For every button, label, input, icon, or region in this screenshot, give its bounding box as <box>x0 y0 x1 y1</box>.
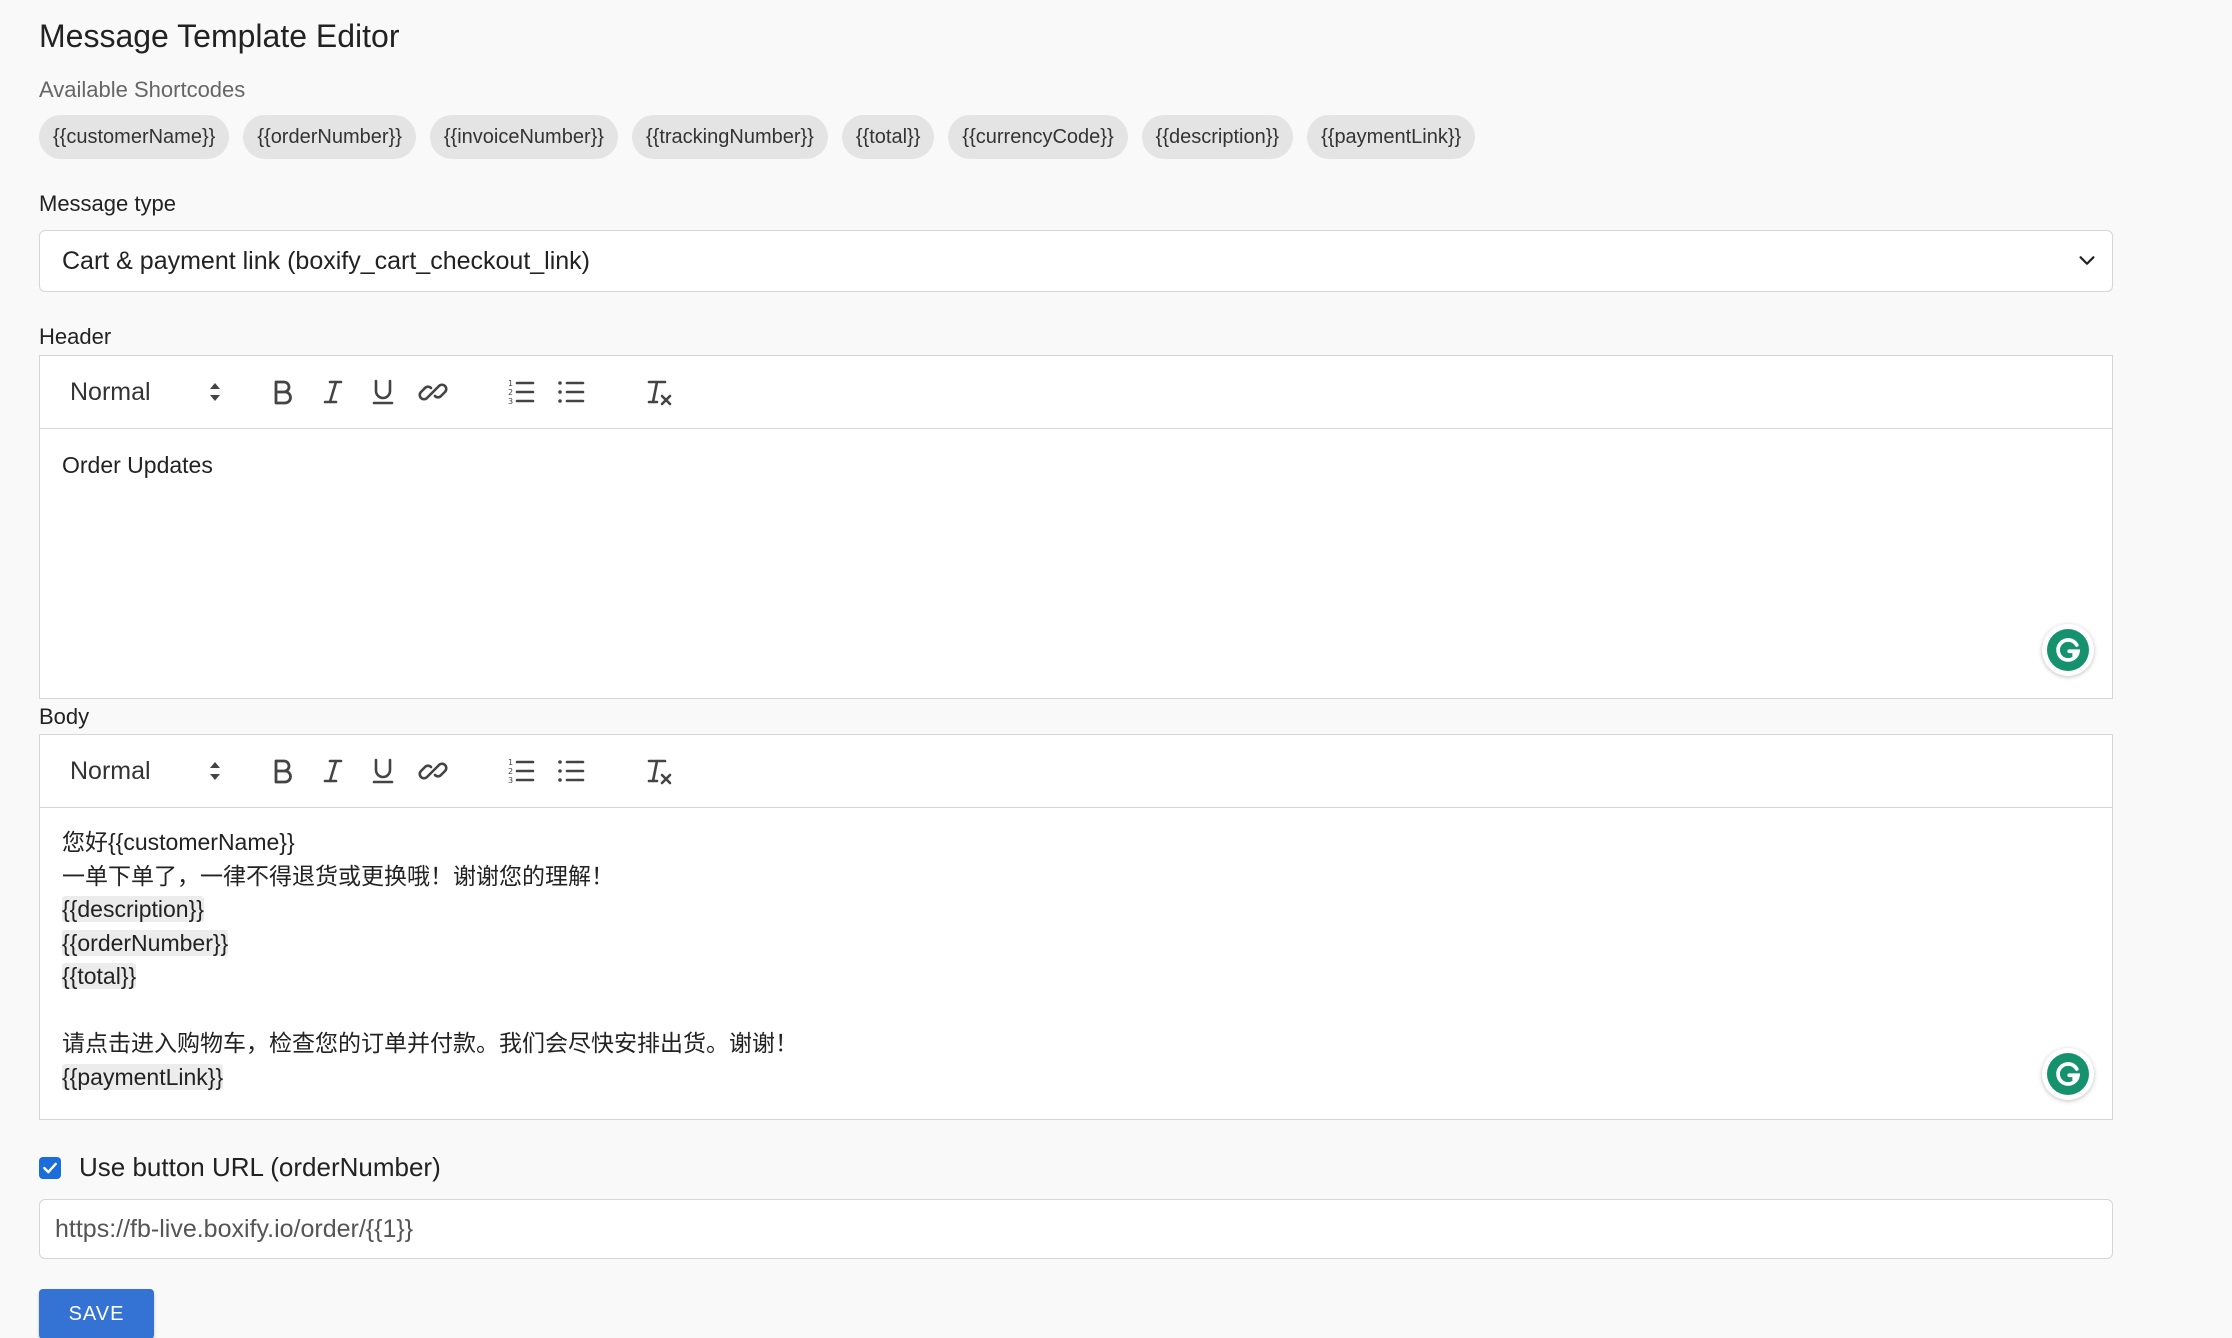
use-button-url-checkbox[interactable] <box>39 1156 61 1179</box>
underline-icon <box>372 379 394 405</box>
use-button-url-row: Use button URL (orderNumber) <box>39 1152 441 1183</box>
clear-format-icon <box>647 380 672 406</box>
ordered-list-button[interactable]: 123 <box>496 367 546 417</box>
ordered-list-icon: 123 <box>508 758 535 785</box>
bold-icon <box>274 380 292 405</box>
italic-icon <box>323 380 343 404</box>
body-line: {{orderNumber}} <box>62 927 2090 961</box>
body-line: {{total}} <box>62 960 2090 994</box>
header-toolbar: Normal 123 <box>39 355 2113 429</box>
bold-icon <box>274 759 292 784</box>
message-type-value: Cart & payment link (boxify_cart_checkou… <box>62 246 591 275</box>
checkmark-icon <box>43 1162 57 1173</box>
svg-text:1: 1 <box>508 379 513 388</box>
header-format-select[interactable]: Normal <box>70 372 230 412</box>
svg-text:2: 2 <box>508 767 513 776</box>
header-editor: Normal 123 Order Updates <box>39 355 2113 699</box>
body-line: {{description}} <box>62 893 2090 927</box>
bold-button[interactable] <box>258 367 308 417</box>
clear-format-button[interactable] <box>634 367 684 417</box>
underline-button[interactable] <box>358 746 408 796</box>
shortcode-token: {{paymentLink}} <box>62 1063 224 1090</box>
link-icon <box>418 383 448 401</box>
header-line: Order Updates <box>62 452 213 478</box>
bullet-list-icon <box>558 760 585 782</box>
grammarly-icon[interactable] <box>2042 624 2094 676</box>
bullet-list-icon <box>558 381 585 403</box>
body-line <box>62 994 2090 1028</box>
underline-icon <box>372 758 394 784</box>
svg-text:1: 1 <box>508 758 513 767</box>
sort-arrows-icon <box>210 383 220 401</box>
italic-button[interactable] <box>308 746 358 796</box>
italic-icon <box>323 759 343 783</box>
shortcode-token: {{description}} <box>62 896 204 922</box>
svg-text:2: 2 <box>508 388 513 397</box>
underline-button[interactable] <box>358 367 408 417</box>
shortcode-chip-total[interactable]: {{total}} <box>841 115 935 159</box>
ordered-list-icon: 123 <box>508 379 535 406</box>
sort-arrows-icon <box>210 762 220 780</box>
shortcode-chip-tracking-number[interactable]: {{trackingNumber}} <box>631 115 828 159</box>
body-line: 您好{{customerName}} <box>62 829 295 855</box>
svg-text:3: 3 <box>508 397 513 406</box>
body-format-value: Normal <box>70 756 151 785</box>
body-toolbar: Normal 123 <box>39 734 2113 808</box>
shortcode-chip-customer-name[interactable]: {{customerName}} <box>39 115 230 159</box>
body-label: Body <box>39 704 90 729</box>
link-icon <box>418 762 448 780</box>
link-button[interactable] <box>408 746 458 796</box>
body-line: 请点击进入购物车，检查您的订单并付款。我们会尽快安排出货。谢谢！ <box>62 1030 798 1056</box>
link-button[interactable] <box>408 367 458 417</box>
header-format-value: Normal <box>70 377 151 406</box>
shortcode-chip-payment-link[interactable]: {{paymentLink}} <box>1307 115 1476 159</box>
body-content[interactable]: 您好{{customerName}} 一单下单了，一律不得退货或更换哦！谢谢您的… <box>39 808 2113 1120</box>
body-line: {{paymentLink}} <box>62 1061 2090 1095</box>
header-label: Header <box>39 324 112 349</box>
ordered-list-button[interactable]: 123 <box>496 746 546 796</box>
svg-text:3: 3 <box>508 776 513 785</box>
shortcode-token: {{total}} <box>62 963 137 989</box>
bullet-list-button[interactable] <box>546 746 596 796</box>
bold-button[interactable] <box>258 746 308 796</box>
shortcode-chip-description[interactable]: {{description}} <box>1141 115 1294 159</box>
chevron-down-icon <box>2079 256 2095 265</box>
button-url-input[interactable] <box>39 1199 2113 1259</box>
shortcode-chip-order-number[interactable]: {{orderNumber}} <box>243 115 416 159</box>
save-button[interactable]: SAVE <box>39 1289 154 1338</box>
shortcodes-label: Available Shortcodes <box>39 77 246 102</box>
grammarly-g-icon <box>2056 1062 2081 1086</box>
use-button-url-label[interactable]: Use button URL (orderNumber) <box>79 1152 441 1183</box>
clear-format-button[interactable] <box>634 746 684 796</box>
shortcode-chip-currency-code[interactable]: {{currencyCode}} <box>948 115 1128 159</box>
bullet-list-button[interactable] <box>546 367 596 417</box>
body-line: 一单下单了，一律不得退货或更换哦！谢谢您的理解！ <box>62 862 614 889</box>
grammarly-g-icon <box>2056 638 2081 662</box>
clear-format-icon <box>647 759 672 785</box>
shortcode-chip-invoice-number[interactable]: {{invoiceNumber}} <box>429 115 618 159</box>
body-format-select[interactable]: Normal <box>70 751 230 791</box>
page-title: Message Template Editor <box>39 18 400 54</box>
message-type-select[interactable]: Cart & payment link (boxify_cart_checkou… <box>39 230 2113 292</box>
grammarly-icon[interactable] <box>2042 1048 2094 1100</box>
italic-button[interactable] <box>308 367 358 417</box>
shortcode-chips: {{customerName}} {{orderNumber}} {{invoi… <box>39 115 1476 159</box>
header-content[interactable]: Order Updates <box>39 429 2113 699</box>
shortcode-token: {{orderNumber}} <box>62 929 229 956</box>
body-editor: Normal 123 您好{{customerName}} 一单下单了，一律不得… <box>39 734 2113 1120</box>
message-type-label: Message type <box>39 191 176 216</box>
